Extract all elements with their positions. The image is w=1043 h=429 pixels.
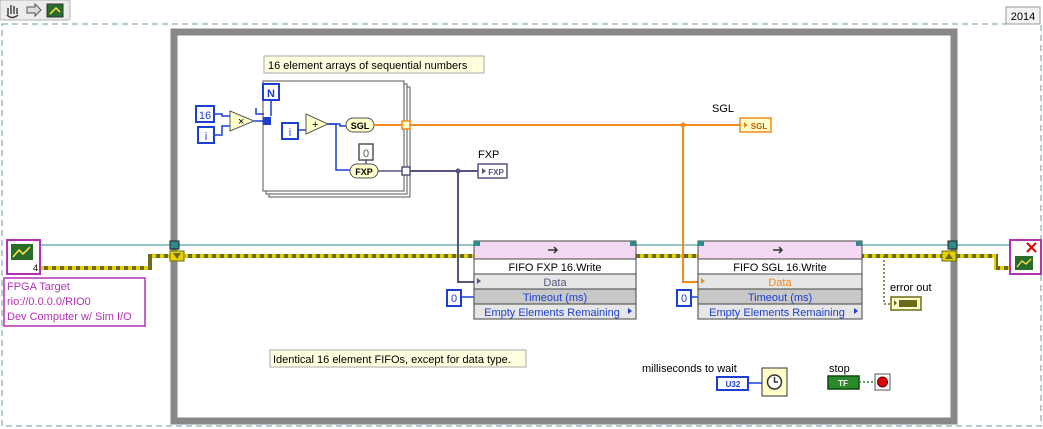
fifo-fxp-remaining-label: Empty Elements Remaining xyxy=(484,307,620,319)
fpga-line3: Dev Computer w/ Sim I/O xyxy=(7,311,132,323)
shift-register-right[interactable] xyxy=(941,240,958,262)
inner-shift-square xyxy=(263,117,271,125)
fifo-fxp-timeout-label: Timeout (ms) xyxy=(523,292,587,304)
to-sgl-text: SGL xyxy=(351,121,370,131)
sgl-indicator-label: SGL xyxy=(712,103,734,115)
fifo-sgl-remaining-label: Empty Elements Remaining xyxy=(709,307,845,319)
stop-condition-icon[interactable] xyxy=(874,373,891,391)
sgl-tunnel xyxy=(401,120,411,130)
vi-icon[interactable] xyxy=(46,3,64,18)
fifo-sgl-data-label: Data xyxy=(768,277,792,289)
fifo-sgl-title: FIFO SGL 16.Write xyxy=(733,262,827,274)
fxp-indicator-label: FXP xyxy=(478,149,499,161)
close-reference-icon[interactable] xyxy=(1009,239,1042,275)
const-0-fxp-text: 0 xyxy=(363,148,369,160)
outer-i-text: i xyxy=(205,131,207,143)
comment-arrays-text: 16 element arrays of sequential numbers xyxy=(268,60,468,72)
year-label: 2014 xyxy=(1011,11,1035,23)
error-out-cluster-icon xyxy=(899,300,917,307)
comment-fifos-text: Identical 16 element FIFOs, except for d… xyxy=(273,354,511,366)
add-symbol: + xyxy=(312,119,318,131)
fpga-line1: FPGA Target xyxy=(7,281,70,293)
fpga-line2: rio://0.0.0.0/RIO0 xyxy=(7,296,91,308)
loop-count-label: N xyxy=(267,88,275,100)
timeout-sgl-text: 0 xyxy=(681,293,687,305)
fifo-sgl-timeout-label: Timeout (ms) xyxy=(748,292,812,304)
fpga-ref-num: 4 xyxy=(33,263,38,273)
timeout-fxp-text: 0 xyxy=(451,293,457,305)
fpga-reference-icon[interactable]: 4 xyxy=(6,239,41,275)
inner-i-text: i xyxy=(289,127,291,139)
sgl-junction xyxy=(680,122,686,128)
sgl-indicator-tag: SGL xyxy=(751,122,768,131)
toolbar xyxy=(0,0,71,21)
to-fxp-text: FXP xyxy=(355,167,373,177)
wait-label: milliseconds to wait xyxy=(642,363,737,375)
const-16-text: 16 xyxy=(199,110,211,122)
multiply-symbol: × xyxy=(238,116,244,128)
fifo-fxp-title: FIFO FXP 16.Write xyxy=(508,262,601,274)
stop-type: TF xyxy=(838,379,848,388)
fxp-junction xyxy=(455,168,461,174)
error-out-label: error out xyxy=(890,282,932,294)
shift-register-left[interactable] xyxy=(169,240,185,262)
stop-label: stop xyxy=(829,363,850,375)
wait-type: U32 xyxy=(726,380,741,389)
fifo-fxp-data-label: Data xyxy=(543,277,567,289)
fxp-wire xyxy=(410,170,478,283)
wait-timer-icon[interactable] xyxy=(761,367,788,397)
fxp-tunnel xyxy=(401,166,411,176)
fxp-indicator-tag: FXP xyxy=(488,168,504,177)
